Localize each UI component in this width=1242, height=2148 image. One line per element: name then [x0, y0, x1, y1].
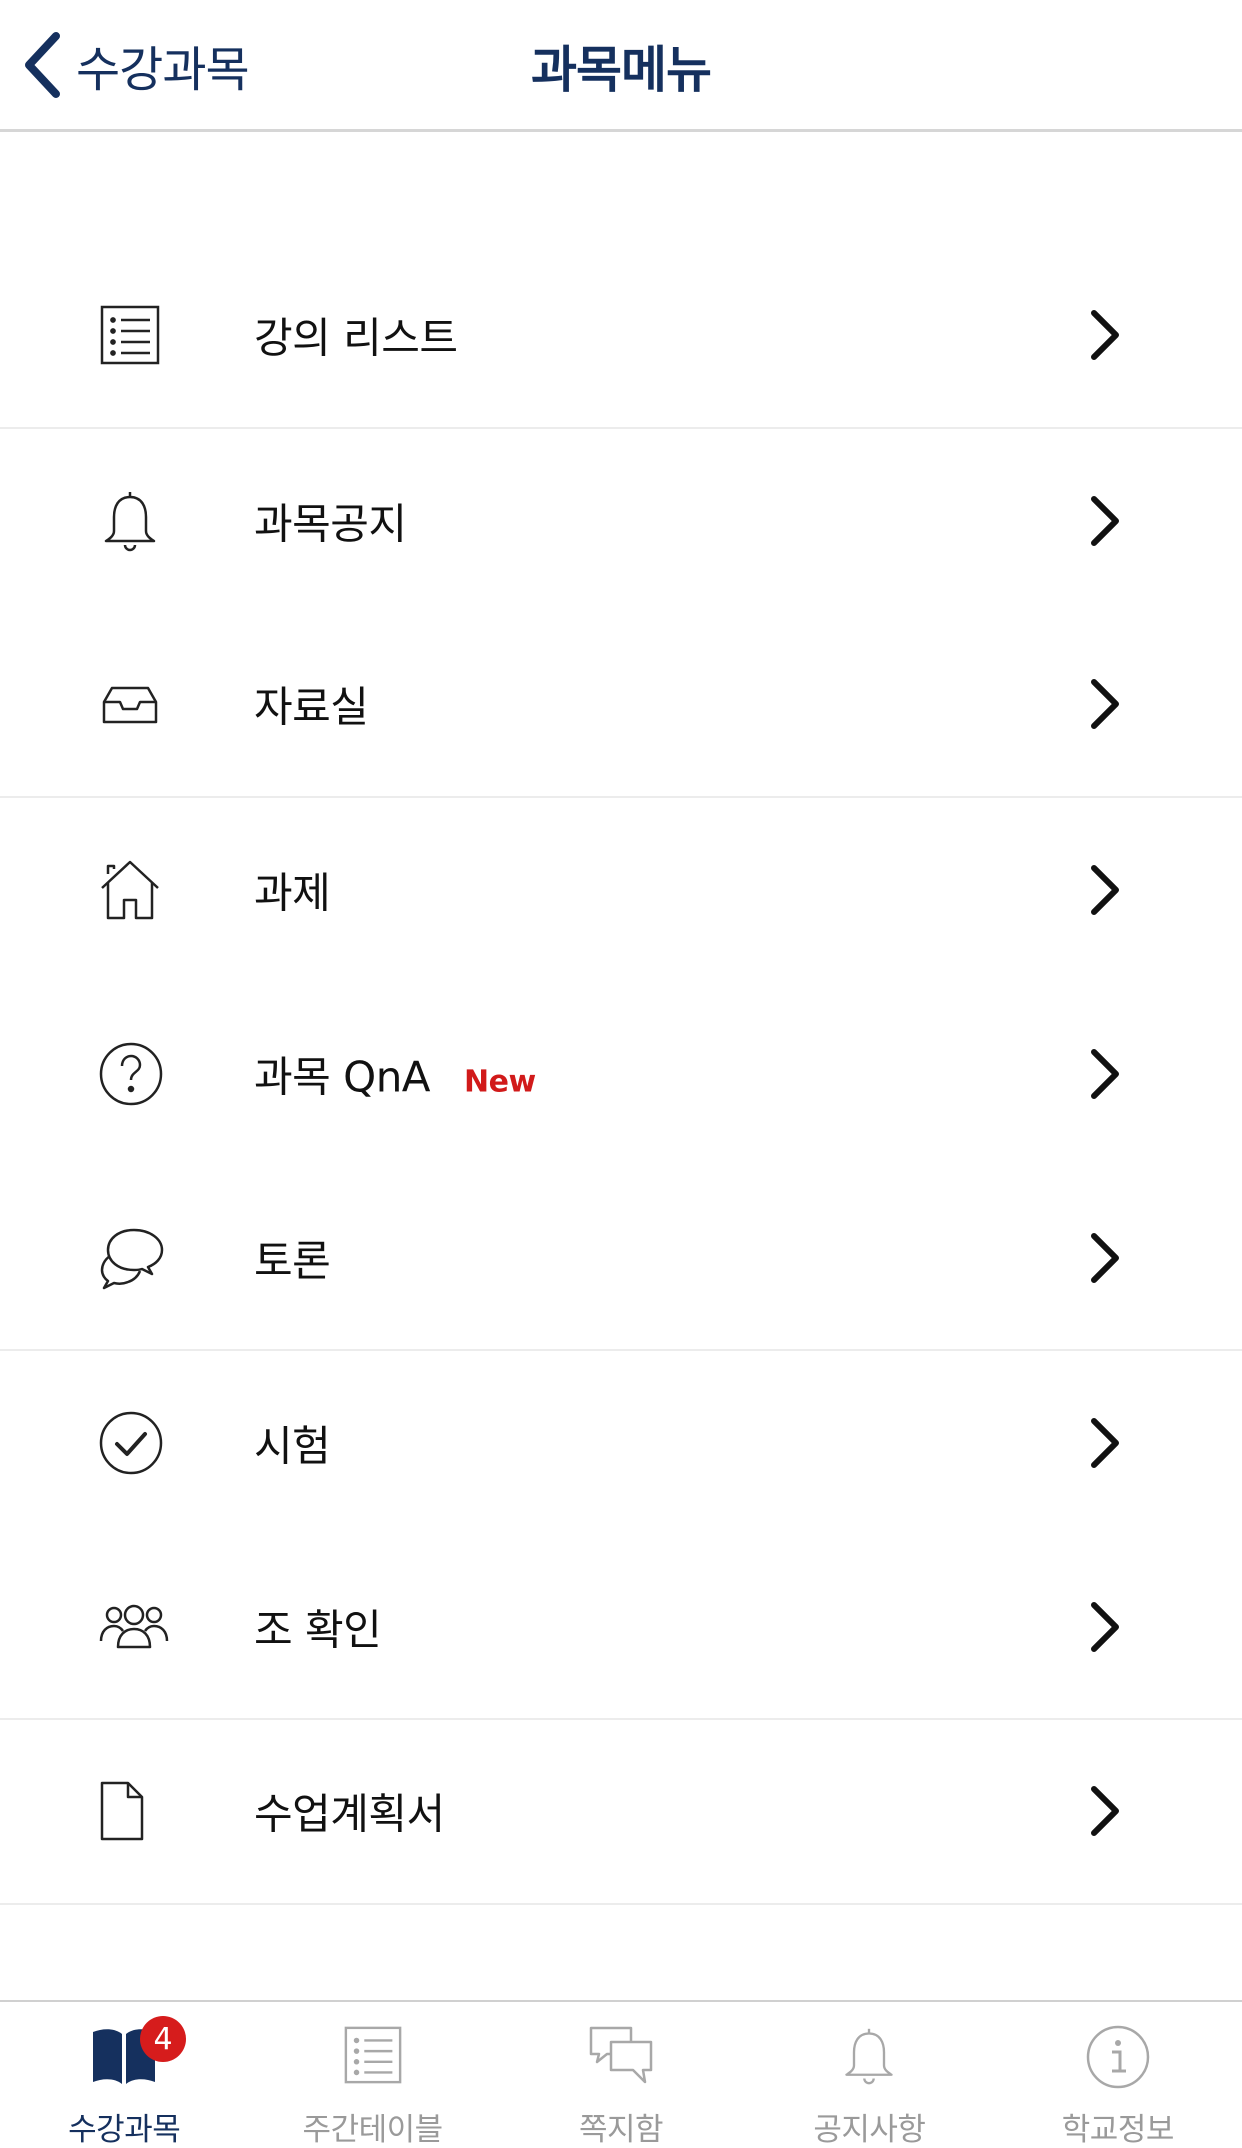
check-circle-icon: [98, 1407, 164, 1479]
menu-item-syllabus[interactable]: 수업계획서: [0, 1720, 1242, 1905]
list-icon: [328, 2024, 418, 2094]
messages-icon: [576, 2024, 666, 2094]
menu-item-label: 과제: [254, 868, 331, 918]
tab-label: 쪽지함: [578, 2112, 664, 2148]
house-icon: [98, 854, 162, 926]
bell-icon: [98, 485, 162, 557]
tab-label: 학교정보: [1061, 2112, 1175, 2148]
menu-item-label: 수업계획서: [254, 1789, 445, 1839]
menu-item-label: 강의 리스트: [254, 313, 458, 363]
menu-item-label: 토론: [254, 1236, 331, 1286]
document-icon: [98, 1775, 146, 1847]
bell-icon: [824, 2024, 914, 2094]
info-icon: [1073, 2024, 1163, 2094]
chevron-right-icon: [1091, 1418, 1119, 1469]
notification-count-badge: 4: [140, 2016, 186, 2062]
inbox-icon: [98, 668, 162, 740]
chevron-right-icon: [1091, 310, 1119, 361]
menu-item-exam[interactable]: 시험: [0, 1351, 1242, 1536]
chat-bubbles-icon: [98, 1222, 166, 1294]
chevron-right-icon: [1091, 679, 1119, 730]
question-icon: [98, 1038, 164, 1110]
course-menu-list: 강의 리스트 과목공지 자료실 과제 과목 QnA New 토론 시험 조 확인…: [0, 244, 1242, 1905]
tab-weekly-table[interactable]: 주간테이블: [248, 2002, 496, 2148]
menu-item-course-notice[interactable]: 과목공지: [0, 429, 1242, 614]
list-icon: [98, 299, 162, 371]
menu-item-archive[interactable]: 자료실: [0, 613, 1242, 798]
menu-item-course-qna[interactable]: 과목 QnA New: [0, 982, 1242, 1167]
menu-item-label: 자료실: [254, 682, 369, 732]
menu-item-lecture-list[interactable]: 강의 리스트: [0, 244, 1242, 429]
tab-messages[interactable]: 쪽지함: [497, 2002, 745, 2148]
chevron-right-icon: [1091, 864, 1119, 915]
chevron-right-icon: [1091, 1232, 1119, 1283]
menu-item-assignment[interactable]: 과제: [0, 798, 1242, 983]
chevron-right-icon: [1091, 1601, 1119, 1652]
group-icon: [98, 1591, 170, 1663]
tab-label: 수강과목: [68, 2112, 181, 2148]
menu-item-group-check[interactable]: 조 확인: [0, 1536, 1242, 1720]
chevron-right-icon: [1091, 1786, 1119, 1837]
tab-school-info[interactable]: 학교정보: [994, 2002, 1242, 2148]
menu-item-label: 조 확인: [254, 1605, 382, 1655]
new-badge: New: [464, 1064, 536, 1100]
tab-label: 주간테이블: [302, 2112, 444, 2148]
page-title: 과목메뉴: [531, 41, 712, 99]
bottom-tab-bar: 4 수강과목 주간테이블 쪽지함 공지사항 학교정보: [0, 2000, 1242, 2148]
tab-label: 공지사항: [813, 2112, 926, 2148]
menu-item-label: 과목 QnA New: [254, 1052, 536, 1102]
chevron-right-icon: [1091, 495, 1119, 546]
tab-enrolled-courses[interactable]: 4 수강과목: [0, 2002, 248, 2148]
chevron-right-icon: [1091, 1049, 1119, 1100]
menu-item-label: 시험: [254, 1421, 331, 1471]
tab-announcements[interactable]: 공지사항: [745, 2002, 993, 2148]
menu-item-label: 과목공지: [254, 499, 407, 549]
menu-item-discussion[interactable]: 토론: [0, 1167, 1242, 1351]
navigation-header: 수강과목 과목메뉴: [0, 0, 1242, 132]
